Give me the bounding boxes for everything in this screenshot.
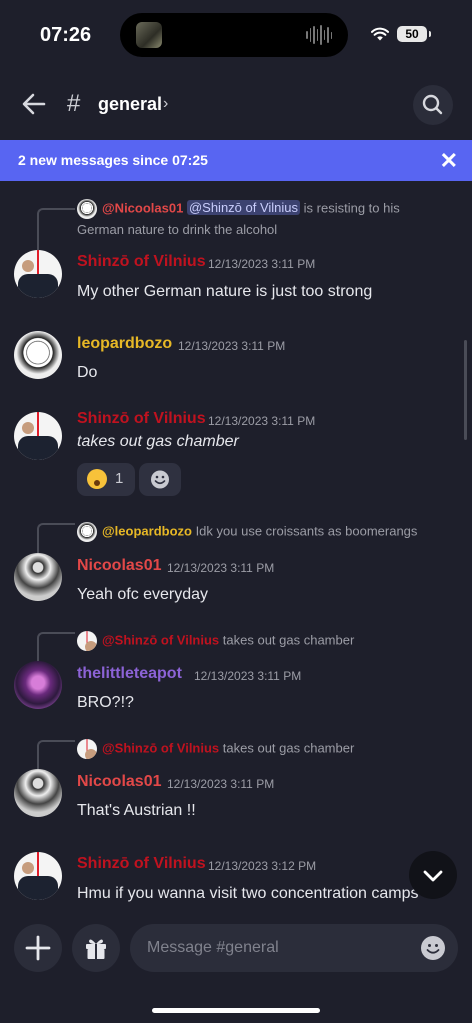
reaction-count: 1 <box>115 470 124 487</box>
smiley-icon <box>151 470 169 489</box>
reply-avatar <box>77 522 97 542</box>
avatar[interactable] <box>14 661 62 709</box>
attach-button[interactable] <box>14 924 62 972</box>
username[interactable]: leopardbozo <box>77 335 172 353</box>
reply-preview[interactable]: @Shinzō of Vilnius takes out gas chamber <box>77 631 354 651</box>
gift-icon <box>86 939 106 959</box>
message-composer: Message #general <box>0 913 472 1023</box>
message-body: Yeah ofc everyday <box>77 586 209 603</box>
reply-preview[interactable]: @Shinzō of Vilnius takes out gas chamber <box>77 739 354 759</box>
channel-hash-icon: # <box>67 90 81 117</box>
reply-preview[interactable]: @leopardbozo Idk you use croissants as b… <box>77 522 417 542</box>
timestamp: 12/13/2023 3:11 PM <box>167 777 275 791</box>
scrollbar[interactable] <box>464 340 467 440</box>
reply-spine <box>37 208 75 252</box>
close-icon[interactable]: ✕ <box>440 148 458 174</box>
avatar[interactable] <box>14 852 62 900</box>
plus-icon <box>25 935 51 961</box>
reply-avatar <box>77 631 97 651</box>
message-input[interactable]: Message #general <box>130 924 458 972</box>
timestamp: 12/13/2023 3:11 PM <box>208 257 316 271</box>
avatar[interactable] <box>14 412 62 460</box>
new-messages-banner[interactable]: 2 new messages since 07:25 ✕ <box>0 140 472 181</box>
battery-indicator: 50 <box>397 26 431 42</box>
message-body: BRO?!? <box>77 694 134 711</box>
username[interactable]: Shinzō of Vilnius <box>77 410 206 428</box>
message-body: takes out gas chamber <box>77 433 239 450</box>
wifi-icon <box>371 27 389 41</box>
avatar[interactable] <box>14 553 62 601</box>
gift-button[interactable] <box>72 924 120 972</box>
jump-to-bottom-button[interactable] <box>409 851 457 899</box>
status-bar: 07:26 50 <box>0 0 472 70</box>
chevron-right-icon[interactable]: › <box>163 95 168 113</box>
astonished-emoji-icon <box>87 469 107 489</box>
timestamp: 12/13/2023 3:11 PM <box>178 339 286 353</box>
username[interactable]: Shinzō of Vilnius <box>77 855 206 873</box>
username[interactable]: thelittleteapot <box>77 665 182 683</box>
message-body: My other German nature is just too stron… <box>77 283 373 300</box>
timestamp: 12/13/2023 3:11 PM <box>167 561 275 575</box>
dynamic-island <box>120 13 348 57</box>
reply-preview-continued: German nature to drink the alcohol <box>77 222 278 237</box>
username[interactable]: Shinzō of Vilnius <box>77 253 206 271</box>
username[interactable]: Nicoolas01 <box>77 557 161 575</box>
message-body: Hmu if you wanna visit two concentration… <box>77 885 419 902</box>
now-playing-thumbnail <box>136 22 162 48</box>
emoji-picker-icon[interactable] <box>420 935 446 961</box>
search-icon <box>422 94 443 115</box>
message-body: Do <box>77 364 98 381</box>
chevron-down-icon <box>423 870 443 882</box>
reply-preview[interactable]: @Nicoolas01 @Shinzō of Vilnius is resist… <box>77 199 400 219</box>
reaction-chip[interactable]: 1 <box>77 463 135 496</box>
status-time: 07:26 <box>40 24 92 46</box>
avatar[interactable] <box>14 250 62 298</box>
home-indicator <box>152 1008 320 1013</box>
reply-avatar <box>77 199 97 219</box>
add-reaction-button[interactable] <box>139 463 181 496</box>
message-body: That's Austrian !! <box>77 802 196 819</box>
audio-waveform-icon <box>306 25 332 45</box>
timestamp: 12/13/2023 3:11 PM <box>208 414 316 428</box>
back-arrow-icon[interactable] <box>20 90 48 118</box>
search-button[interactable] <box>413 85 453 125</box>
avatar[interactable] <box>14 769 62 817</box>
message-list[interactable]: @Nicoolas01 @Shinzō of Vilnius is resist… <box>0 181 472 913</box>
reply-avatar <box>77 739 97 759</box>
channel-header: # general › <box>0 70 472 140</box>
new-messages-text: 2 new messages since 07:25 <box>18 152 208 168</box>
timestamp: 12/13/2023 3:11 PM <box>194 669 302 683</box>
user-mention[interactable]: @Shinzō of Vilnius <box>186 200 301 216</box>
message-input-placeholder: Message #general <box>147 939 279 956</box>
avatar[interactable] <box>14 331 62 379</box>
username[interactable]: Nicoolas01 <box>77 773 161 791</box>
timestamp: 12/13/2023 3:12 PM <box>208 859 317 873</box>
channel-name[interactable]: general <box>98 94 162 115</box>
